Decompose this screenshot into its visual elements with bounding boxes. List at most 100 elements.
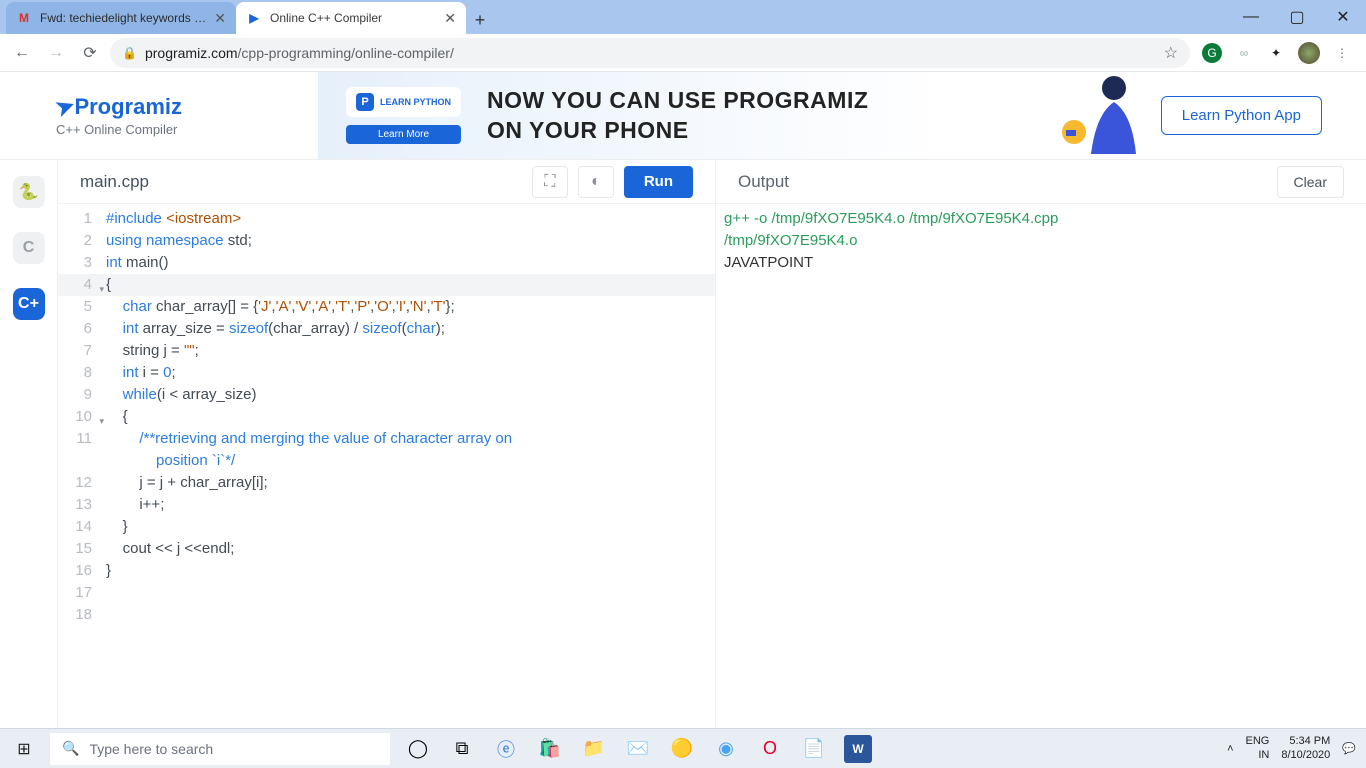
promo-illustration: [1036, 74, 1146, 159]
chromium-icon[interactable]: ◉: [712, 735, 740, 763]
reload-button[interactable]: ⟳: [76, 39, 104, 67]
tab-title: Online C++ Compiler: [270, 11, 436, 25]
brand-subtitle: C++ Online Compiler: [56, 122, 318, 137]
cortana-icon[interactable]: ◯: [404, 735, 432, 763]
code-line[interactable]: 17: [58, 582, 715, 604]
word-icon[interactable]: W: [844, 735, 872, 763]
search-placeholder: Type here to search: [89, 741, 213, 757]
grammarly-ext-icon[interactable]: G: [1202, 43, 1222, 63]
browser-titlebar: M Fwd: techiedelight keywords list - ✕ ▶ Onl…: [0, 0, 1366, 34]
code-line[interactable]: 6 int array_size = sizeof(char_array) / …: [58, 318, 715, 340]
rail-cpp-button[interactable]: C+: [13, 288, 45, 320]
tab-title: Fwd: techiedelight keywords list -: [40, 11, 206, 25]
clear-button[interactable]: Clear: [1277, 166, 1344, 198]
output-line: JAVATPOINT: [724, 252, 1358, 274]
extension-icons: G ∞ ✦ ⋮: [1196, 42, 1358, 64]
address-bar[interactable]: 🔒 programiz.com/cpp-programming/online-c…: [110, 38, 1190, 68]
profile-avatar[interactable]: [1298, 42, 1320, 64]
new-tab-button[interactable]: +: [466, 6, 494, 34]
promo-banner: ➤Programiz C++ Online Compiler PLEARN PY…: [0, 72, 1366, 160]
browser-tabs: M Fwd: techiedelight keywords list - ✕ ▶ Onl…: [0, 0, 466, 34]
tray-clock[interactable]: 5:34 PM8/10/2020: [1281, 735, 1330, 761]
output-pane: Output Clear g++ -o /tmp/9fXO7E95K4.o /t…: [716, 160, 1366, 728]
code-line[interactable]: 10▾ {: [58, 406, 715, 428]
extensions-menu-icon[interactable]: ✦: [1266, 43, 1286, 63]
code-line[interactable]: 16}: [58, 560, 715, 582]
output-label: Output: [738, 172, 789, 192]
chrome-menu-icon[interactable]: ⋮: [1332, 43, 1352, 63]
code-line[interactable]: 9 while(i < array_size): [58, 384, 715, 406]
opera-icon[interactable]: O: [756, 735, 784, 763]
output-body[interactable]: g++ -o /tmp/9fXO7E95K4.o /tmp/9fXO7E95K4…: [716, 204, 1366, 278]
action-center-icon[interactable]: 💬: [1342, 742, 1356, 755]
promo-headline: NOW YOU CAN USE PROGRAMIZ ON YOUR PHONE: [487, 86, 868, 146]
start-button[interactable]: ⊞: [0, 739, 48, 759]
code-line[interactable]: 12 j = j + char_array[i];: [58, 472, 715, 494]
code-line[interactable]: 18: [58, 604, 715, 626]
code-line[interactable]: position `i`*/: [58, 450, 715, 472]
browser-tab[interactable]: M Fwd: techiedelight keywords list - ✕: [6, 2, 236, 34]
code-line[interactable]: 2using namespace std;: [58, 230, 715, 252]
chrome-icon[interactable]: 🟡: [668, 735, 696, 763]
code-line[interactable]: 1#include <iostream>: [58, 208, 715, 230]
browser-toolbar: ← → ⟳ 🔒 programiz.com/cpp-programming/on…: [0, 34, 1366, 72]
code-line[interactable]: 7 string j = "";: [58, 340, 715, 362]
promo-area: PLEARN PYTHON Learn More NOW YOU CAN USE…: [318, 72, 1366, 159]
favicon-icon: M: [16, 10, 32, 26]
browser-tab[interactable]: ▶ Online C++ Compiler ✕: [236, 2, 466, 34]
tray-chevron-icon[interactable]: ˄: [1227, 743, 1233, 755]
tray-lang[interactable]: ENGIN: [1246, 735, 1270, 761]
star-icon[interactable]: ☆: [1164, 43, 1178, 63]
favicon-icon: ▶: [246, 10, 262, 26]
filename-label: main.cpp: [80, 172, 149, 192]
output-line: /tmp/9fXO7E95K4.o: [724, 230, 1358, 252]
output-header: Output Clear: [716, 160, 1366, 204]
explorer-icon[interactable]: 📁: [580, 735, 608, 763]
window-close-button[interactable]: ✕: [1320, 0, 1366, 34]
system-tray: ˄ ENGIN 5:34 PM8/10/2020 💬: [1227, 735, 1366, 761]
taskview-icon[interactable]: ⧉: [448, 735, 476, 763]
brand-logo[interactable]: ➤Programiz: [56, 94, 318, 120]
notepad-icon[interactable]: 📄: [800, 735, 828, 763]
code-line[interactable]: 8 int i = 0;: [58, 362, 715, 384]
code-line[interactable]: 4▾{: [58, 274, 715, 296]
run-button[interactable]: Run: [624, 166, 693, 198]
store-icon[interactable]: 🛍️: [536, 735, 564, 763]
mail-icon[interactable]: ✉️: [624, 735, 652, 763]
window-controls: — ▢ ✕: [1228, 0, 1366, 34]
code-line[interactable]: 15 cout << j <<endl;: [58, 538, 715, 560]
code-line[interactable]: 5 char char_array[] = {'J','A','V','A','…: [58, 296, 715, 318]
rail-c-button[interactable]: C: [13, 232, 45, 264]
rail-python-button[interactable]: 🐍: [13, 176, 45, 208]
url-text: programiz.com/cpp-programming/online-com…: [145, 45, 454, 61]
code-line[interactable]: 14 }: [58, 516, 715, 538]
output-line: g++ -o /tmp/9fXO7E95K4.o /tmp/9fXO7E95K4…: [724, 208, 1358, 230]
tab-close-button[interactable]: ✕: [444, 10, 456, 27]
code-line[interactable]: 13 i++;: [58, 494, 715, 516]
extension-icon[interactable]: ∞: [1234, 43, 1254, 63]
dark-mode-button[interactable]: ◐: [578, 166, 614, 198]
editor-pane: main.cpp ⛶ ◐ Run 1#include <iostream>2us…: [58, 160, 716, 728]
code-editor[interactable]: 1#include <iostream>2using namespace std…: [58, 204, 715, 626]
language-rail: 🐍 C C+: [0, 160, 58, 728]
window-minimize-button[interactable]: —: [1228, 0, 1274, 34]
window-maximize-button[interactable]: ▢: [1274, 0, 1320, 34]
brand-block: ➤Programiz C++ Online Compiler: [0, 94, 318, 137]
lock-icon: 🔒: [122, 46, 137, 60]
ie-icon[interactable]: ⓔ: [492, 735, 520, 763]
tab-close-button[interactable]: ✕: [214, 10, 226, 27]
taskbar-search[interactable]: 🔍 Type here to search: [50, 733, 390, 765]
code-line[interactable]: 3int main(): [58, 252, 715, 274]
learn-more-button[interactable]: Learn More: [346, 125, 461, 144]
windows-taskbar: ⊞ 🔍 Type here to search ◯ ⧉ ⓔ 🛍️ 📁 ✉️ 🟡 …: [0, 728, 1366, 768]
code-line[interactable]: 11 /**retrieving and merging the value o…: [58, 428, 715, 450]
taskbar-apps: ◯ ⧉ ⓔ 🛍️ 📁 ✉️ 🟡 ◉ O 📄 W: [404, 735, 872, 763]
learn-python-app-button[interactable]: Learn Python App: [1161, 96, 1322, 135]
forward-button[interactable]: →: [42, 39, 70, 67]
back-button[interactable]: ←: [8, 39, 36, 67]
promo-badge: PLEARN PYTHON Learn More: [346, 87, 461, 144]
fullscreen-button[interactable]: ⛶: [532, 166, 568, 198]
search-icon: 🔍: [62, 740, 79, 757]
main-content: 🐍 C C+ main.cpp ⛶ ◐ Run 1#include <iostr…: [0, 160, 1366, 728]
editor-header: main.cpp ⛶ ◐ Run: [58, 160, 715, 204]
